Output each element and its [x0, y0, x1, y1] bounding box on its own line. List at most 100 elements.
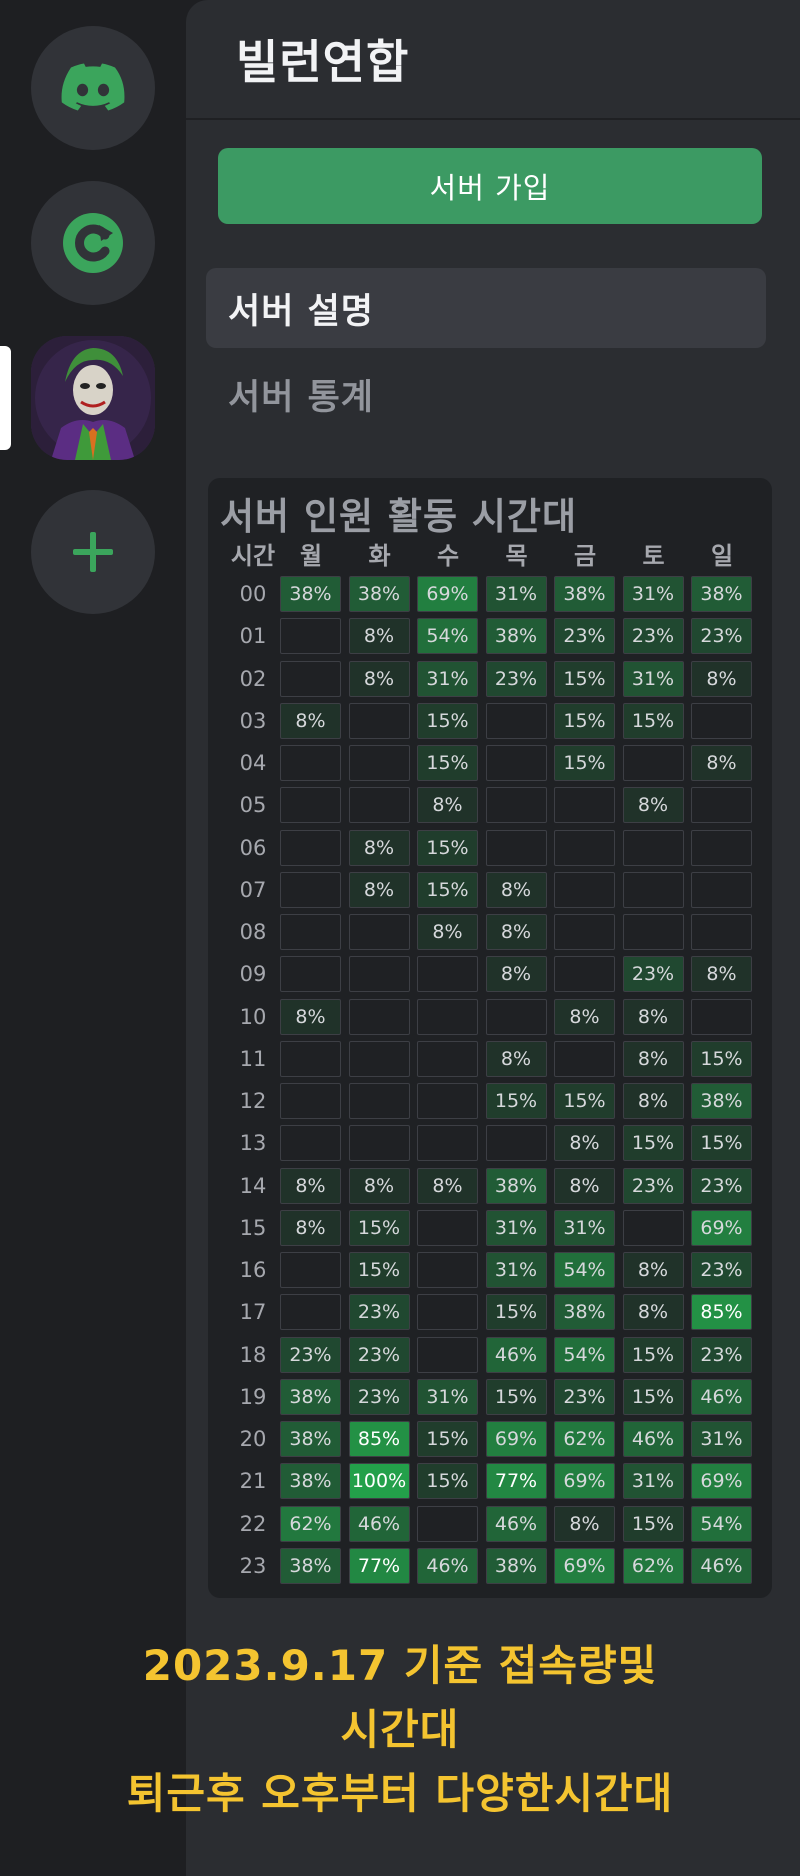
panel-header: 빌런연합	[186, 0, 800, 120]
heatmap-cell: 8%	[280, 1167, 341, 1204]
heatmap-cell	[554, 914, 615, 950]
heatmap-cell: 8%	[691, 745, 752, 781]
heatmap-title: 서버 인원 활동 시간대	[220, 495, 578, 538]
heatmap-cell: 38%	[554, 1294, 615, 1331]
heatmap-cell: 8%	[485, 871, 547, 908]
heatmap-cell: 15%	[348, 1252, 410, 1288]
heatmap-cell: 62%	[280, 1505, 341, 1542]
heatmap-cell	[417, 1209, 478, 1246]
heatmap-cell: 46%	[691, 1378, 752, 1415]
heatmap-cell: 62%	[622, 1547, 684, 1584]
heatmap-cell: 31%	[554, 1209, 615, 1246]
heatmap-cell	[280, 745, 341, 781]
heatmap-cell: 15%	[417, 829, 478, 866]
heatmap-cell	[622, 745, 684, 781]
heatmap-cell: 8%	[417, 1167, 478, 1204]
heatmap-cell	[485, 829, 547, 866]
heatmap-cell: 62%	[554, 1421, 615, 1457]
heatmap-cell: 77%	[485, 1463, 547, 1500]
heatmap-cell: 8%	[554, 1167, 615, 1204]
heatmap-cell: 23%	[691, 1336, 752, 1373]
plus-icon	[73, 532, 113, 572]
hour-label: 05	[239, 793, 267, 818]
heatmap-cell: 15%	[554, 660, 615, 697]
heatmap-cell: 15%	[691, 1125, 752, 1162]
heatmap-cell: 54%	[554, 1252, 615, 1288]
heatmap-cell	[280, 956, 341, 993]
heatmap-cell	[417, 1505, 478, 1542]
heatmap-cell	[622, 914, 684, 950]
heatmap-cell	[280, 1083, 341, 1119]
server-avatar-villain[interactable]	[31, 336, 155, 460]
heatmap-cell: 38%	[280, 1421, 341, 1457]
menu-item-description[interactable]: 서버 설명	[206, 268, 766, 348]
heatmap-cell: 8%	[622, 1294, 684, 1331]
heatmap-cell	[348, 745, 410, 781]
heatmap-cell: 15%	[554, 1083, 615, 1119]
server-icon-c[interactable]	[31, 181, 155, 305]
heatmap-cell: 8%	[691, 956, 752, 993]
heatmap-cell: 15%	[417, 1463, 478, 1500]
heatmap-cell: 8%	[485, 956, 547, 993]
activity-heatmap: 서버 인원 활동 시간대 시간 월 화 수 목 금 토 일 00 38% 38% 69% 31% 38%…	[208, 478, 772, 1598]
heatmap-cell: 8%	[485, 1040, 547, 1077]
heatmap-cell: 54%	[417, 618, 478, 655]
heatmap-cell: 69%	[417, 576, 478, 612]
heatmap-cell	[417, 1083, 478, 1119]
hour-label: 16	[239, 1258, 267, 1282]
heatmap-cell: 8%	[622, 787, 684, 824]
hour-label: 12	[239, 1089, 267, 1113]
heatmap-cell: 31%	[417, 660, 478, 697]
heatmap-cell: 69%	[691, 1209, 752, 1246]
day-header: 월	[299, 542, 323, 570]
heatmap-cell: 31%	[622, 1463, 684, 1500]
hour-label: 13	[239, 1131, 267, 1156]
hour-label: 22	[239, 1511, 267, 1536]
discord-home-button[interactable]	[31, 26, 155, 150]
hour-label: 04	[239, 751, 267, 775]
heatmap-cell: 15%	[417, 702, 478, 739]
heatmap-cell: 8%	[691, 660, 752, 697]
day-header: 토	[642, 542, 665, 570]
joker-avatar-icon	[31, 336, 155, 460]
heatmap-cell: 8%	[622, 1252, 684, 1288]
heatmap-cell	[348, 914, 410, 950]
hour-label: 09	[239, 962, 267, 987]
hour-label: 08	[239, 920, 267, 944]
heatmap-cell: 54%	[691, 1505, 752, 1542]
heatmap-cell: 38%	[691, 1083, 752, 1119]
heatmap-cell: 46%	[485, 1336, 547, 1373]
hour-label: 11	[239, 1046, 267, 1071]
heatmap-cell	[691, 829, 752, 866]
heatmap-cell: 38%	[280, 1463, 341, 1500]
heatmap-cell	[417, 1252, 478, 1288]
join-server-button[interactable]: 서버 가입	[218, 148, 762, 224]
add-server-button[interactable]	[31, 490, 155, 614]
heatmap-cell	[691, 871, 752, 908]
hour-label: 19	[239, 1384, 267, 1409]
server-panel: 빌런연합 서버 가입 서버 설명 서버 통계 서버 인원 활동 시간대 시간 월…	[186, 0, 800, 1876]
heatmap-cell: 23%	[348, 1336, 410, 1373]
heatmap-cell	[485, 998, 547, 1035]
heatmap-cell: 8%	[554, 998, 615, 1035]
heatmap-cell	[280, 1040, 341, 1077]
heatmap-cell: 15%	[485, 1083, 547, 1119]
heatmap-cell: 46%	[485, 1505, 547, 1542]
heatmap-cell	[691, 702, 752, 739]
heatmap-cell: 31%	[485, 1209, 547, 1246]
heatmap-cell: 38%	[554, 576, 615, 612]
heatmap-cell: 8%	[554, 1505, 615, 1542]
heatmap-cell: 8%	[622, 998, 684, 1035]
heatmap-cell	[280, 1252, 341, 1288]
menu-item-statistics[interactable]: 서버 통계	[206, 354, 766, 434]
heatmap-cell: 15%	[417, 745, 478, 781]
day-header: 금	[573, 542, 597, 570]
heatmap-cell: 23%	[554, 1378, 615, 1415]
heatmap-cell	[691, 914, 752, 950]
caption-line-1: 2023.9.17 기준 접속량및	[142, 1641, 658, 1690]
hour-label: 07	[239, 877, 267, 902]
time-column-header: 시간	[230, 542, 276, 570]
heatmap-cell: 23%	[348, 1378, 410, 1415]
hour-label: 03	[239, 708, 267, 733]
hour-label: 20	[239, 1427, 267, 1451]
